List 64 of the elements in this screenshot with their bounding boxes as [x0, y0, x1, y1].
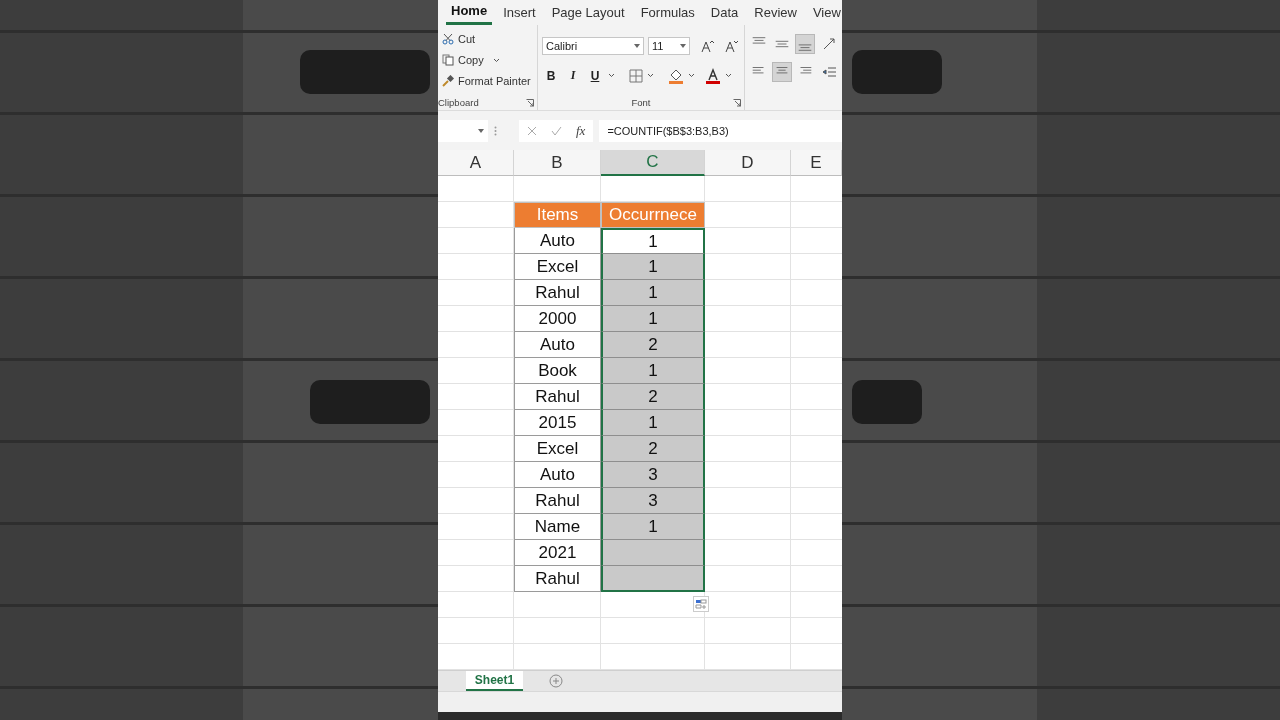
vertical-align-icon[interactable]	[795, 33, 815, 54]
table-cell: 1	[601, 514, 705, 541]
insert-function-button[interactable]: fx	[576, 122, 586, 139]
decrease-indent-icon[interactable]	[822, 64, 836, 79]
caret-icon	[478, 128, 484, 133]
column-header[interactable]: E	[791, 150, 842, 177]
add-sheet-icon[interactable]	[549, 674, 563, 689]
caret-icon	[680, 43, 686, 48]
font-name-dropdown[interactable]: Calibri	[542, 36, 644, 55]
table-cell: 1	[601, 410, 705, 437]
caret-icon	[634, 43, 640, 48]
quick-analysis-icon[interactable]	[693, 596, 709, 613]
column-header[interactable]: B	[514, 150, 601, 177]
increase-font-icon[interactable]	[700, 38, 714, 53]
ribbon-tab[interactable]: Page Layout	[546, 0, 630, 25]
font-size-dropdown[interactable]: 11	[648, 36, 690, 55]
sheet-tab[interactable]: Sheet1	[466, 671, 523, 692]
copy-icon	[442, 54, 454, 67]
formula-field[interactable]: =COUNTIF($B$3:B3,B3)	[599, 119, 842, 142]
ribbon-tab[interactable]: Data	[705, 0, 744, 25]
column-header[interactable]: D	[705, 150, 791, 177]
bold-button[interactable]: B	[542, 65, 560, 86]
header-cell: Occurrnece	[601, 202, 705, 229]
table-cell: 1	[601, 358, 705, 385]
table-cell: 1	[601, 280, 705, 307]
horizontal-align-icon[interactable]	[772, 61, 792, 82]
ribbon-tab[interactable]: View	[807, 0, 842, 25]
copy-button[interactable]: Copy	[442, 49, 531, 71]
caret-icon	[688, 73, 695, 79]
fill-color-icon[interactable]	[668, 67, 684, 84]
table-cell: 1	[601, 228, 705, 255]
table-cell: 1	[601, 254, 705, 281]
dialog-launcher-icon[interactable]	[526, 99, 534, 108]
cut-button[interactable]: Cut	[442, 28, 531, 50]
caret-icon	[725, 73, 732, 79]
caret-icon	[608, 73, 615, 79]
scissors-icon	[442, 33, 454, 46]
decrease-font-icon[interactable]	[724, 38, 738, 53]
painter-button[interactable]: Format Painter	[442, 70, 531, 92]
table-cell: 2	[601, 436, 705, 463]
table-cell: 3	[601, 488, 705, 515]
table-cell: 1	[601, 306, 705, 333]
dialog-launcher-icon[interactable]	[733, 99, 741, 108]
table-cell: 2	[601, 332, 705, 359]
caret-icon	[492, 57, 500, 63]
group-label: Font	[630, 97, 652, 109]
underline-button[interactable]: U	[586, 65, 604, 86]
header-cell: Items	[514, 202, 601, 229]
orientation-icon[interactable]	[822, 36, 836, 51]
borders-icon[interactable]	[629, 68, 643, 83]
column-header[interactable]: C	[601, 150, 705, 177]
italic-button[interactable]: I	[564, 65, 582, 86]
caret-icon	[647, 73, 654, 79]
paintbrush-icon	[442, 75, 454, 88]
group-label: Clipboard	[438, 97, 480, 109]
column-header[interactable]: A	[438, 150, 514, 177]
table-cell: 2	[601, 384, 705, 411]
grip-icon	[494, 125, 497, 136]
ribbon-tab[interactable]: Formulas	[635, 0, 700, 25]
table-cell: 3	[601, 462, 705, 489]
font-color-icon[interactable]	[705, 67, 721, 84]
ribbon-tab[interactable]: Insert	[498, 0, 541, 25]
ribbon-tab[interactable]: Review	[749, 0, 802, 25]
cancel-icon[interactable]	[527, 125, 537, 136]
